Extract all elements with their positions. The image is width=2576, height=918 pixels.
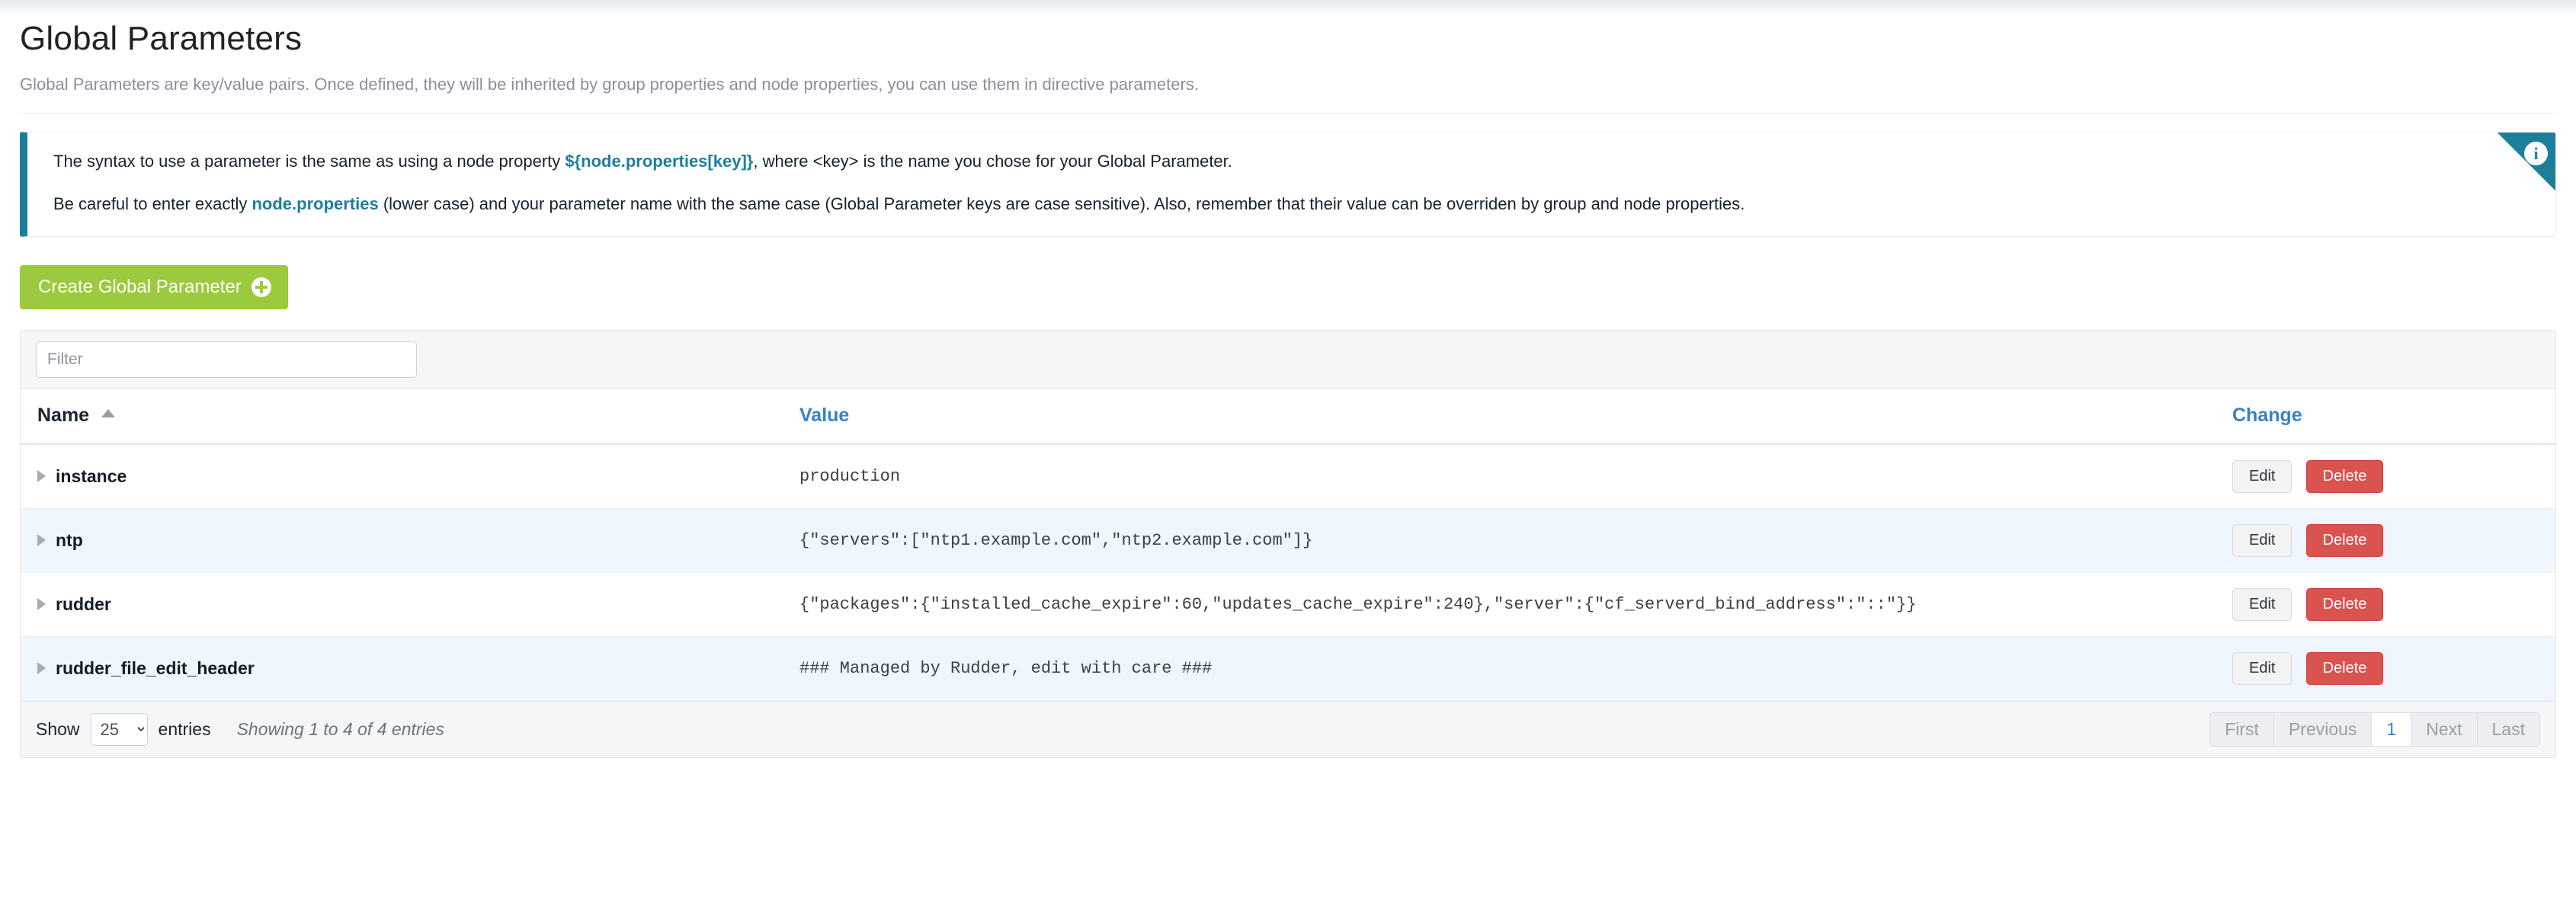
global-parameters-page: Global Parameters Global Parameters are …	[0, 20, 2576, 758]
parameter-name: instance	[56, 466, 127, 487]
table-row[interactable]: ntp {"servers":["ntp1.example.com","ntp2…	[21, 508, 2555, 572]
name-cell-wrapper: rudder_file_edit_header	[37, 658, 775, 679]
cell-name: rudder_file_edit_header	[21, 636, 783, 700]
table-head: Name Value Change	[21, 389, 2555, 444]
table-body: instance production Edit Delete ntp	[21, 444, 2555, 701]
entries-label: entries	[159, 719, 211, 740]
info-icon-glyph: i	[2524, 142, 2548, 165]
name-cell-wrapper: instance	[37, 466, 775, 487]
callout-code-node-properties-key: ${node.properties[key]}	[565, 152, 753, 171]
parameter-name: ntp	[56, 530, 83, 551]
delete-button[interactable]: Delete	[2306, 588, 2384, 621]
expand-chevron-right-icon[interactable]	[37, 662, 46, 674]
show-label: Show	[36, 719, 80, 740]
table-footer: Show 10 25 50 100 entries Showing 1 to 4…	[21, 701, 2555, 757]
callout-line-1-text-a: The syntax to use a parameter is the sam…	[53, 152, 565, 171]
callout-code-node-properties: node.properties	[252, 194, 378, 213]
table-toolbar	[21, 331, 2555, 389]
page-title: Global Parameters	[20, 20, 2556, 58]
global-parameters-table: Name Value Change instance productio	[21, 389, 2555, 701]
page-length-select[interactable]: 10 25 50 100	[91, 713, 148, 746]
cell-actions: Edit Delete	[2216, 508, 2555, 572]
plus-circle-icon	[252, 277, 271, 297]
edit-button[interactable]: Edit	[2232, 524, 2292, 557]
column-header-name-label: Name	[37, 405, 89, 426]
delete-button[interactable]: Delete	[2306, 652, 2384, 685]
table-header-row: Name Value Change	[21, 389, 2555, 444]
cell-actions: Edit Delete	[2216, 444, 2555, 509]
parameter-value: {"servers":["ntp1.example.com","ntp2.exa…	[783, 508, 2216, 572]
pagination-first-button[interactable]: First	[2209, 712, 2274, 747]
cell-actions: Edit Delete	[2216, 572, 2555, 636]
page-subtitle: Global Parameters are key/value pairs. O…	[20, 75, 2556, 94]
cell-name: ntp	[21, 508, 783, 572]
column-header-value[interactable]: Value	[783, 389, 2216, 444]
callout-line-1-text-b: , where <key> is the name you chose for …	[753, 152, 1232, 171]
top-shadow-bar	[0, 0, 2576, 17]
delete-button[interactable]: Delete	[2306, 524, 2384, 557]
pagination-page-1-button[interactable]: 1	[2371, 712, 2411, 747]
create-global-parameter-button[interactable]: Create Global Parameter	[20, 265, 288, 309]
pagination-next-button[interactable]: Next	[2411, 712, 2477, 747]
table-row[interactable]: instance production Edit Delete	[21, 444, 2555, 509]
edit-button[interactable]: Edit	[2232, 460, 2292, 493]
table-row[interactable]: rudder {"packages":{"installed_cache_exp…	[21, 572, 2555, 636]
expand-chevron-right-icon[interactable]	[37, 534, 46, 546]
column-header-change[interactable]: Change	[2216, 389, 2555, 444]
page-length-control: Show 10 25 50 100 entries Showing 1 to 4…	[36, 713, 444, 746]
showing-entries-info: Showing 1 to 4 of 4 entries	[237, 719, 444, 740]
cell-name: rudder	[21, 572, 783, 636]
header-divider	[20, 113, 2556, 114]
name-cell-wrapper: rudder	[37, 594, 775, 615]
global-parameters-table-wrapper: Name Value Change instance productio	[20, 330, 2556, 758]
edit-button[interactable]: Edit	[2232, 652, 2292, 685]
parameter-name: rudder	[56, 594, 111, 615]
cell-name: instance	[21, 444, 783, 509]
pagination-last-button[interactable]: Last	[2477, 712, 2540, 747]
expand-chevron-right-icon[interactable]	[37, 598, 46, 610]
info-callout: The syntax to use a parameter is the sam…	[20, 132, 2556, 237]
callout-line-2-text-a: Be careful to enter exactly	[53, 194, 252, 213]
parameter-value: production	[783, 444, 2216, 509]
parameter-value: {"packages":{"installed_cache_expire":60…	[783, 572, 2216, 636]
callout-line-2: Be careful to enter exactly node.propert…	[53, 192, 2530, 216]
callout-line-1: The syntax to use a parameter is the sam…	[53, 149, 2530, 174]
name-cell-wrapper: ntp	[37, 530, 775, 551]
pagination: First Previous 1 Next Last	[2209, 712, 2540, 747]
parameter-value: ### Managed by Rudder, edit with care ##…	[783, 636, 2216, 700]
create-global-parameter-label: Create Global Parameter	[38, 277, 242, 298]
cell-actions: Edit Delete	[2216, 636, 2555, 700]
edit-button[interactable]: Edit	[2232, 588, 2292, 621]
expand-chevron-right-icon[interactable]	[37, 470, 46, 482]
info-icon[interactable]: i	[2498, 133, 2555, 190]
delete-button[interactable]: Delete	[2306, 460, 2384, 493]
column-header-name[interactable]: Name	[21, 389, 783, 444]
table-row[interactable]: rudder_file_edit_header ### Managed by R…	[21, 636, 2555, 700]
pagination-previous-button[interactable]: Previous	[2273, 712, 2372, 747]
parameter-name: rudder_file_edit_header	[56, 658, 255, 679]
filter-input[interactable]	[36, 341, 417, 378]
callout-line-2-text-b: (lower case) and your parameter name wit…	[379, 194, 1745, 213]
sort-ascending-icon	[101, 409, 115, 417]
